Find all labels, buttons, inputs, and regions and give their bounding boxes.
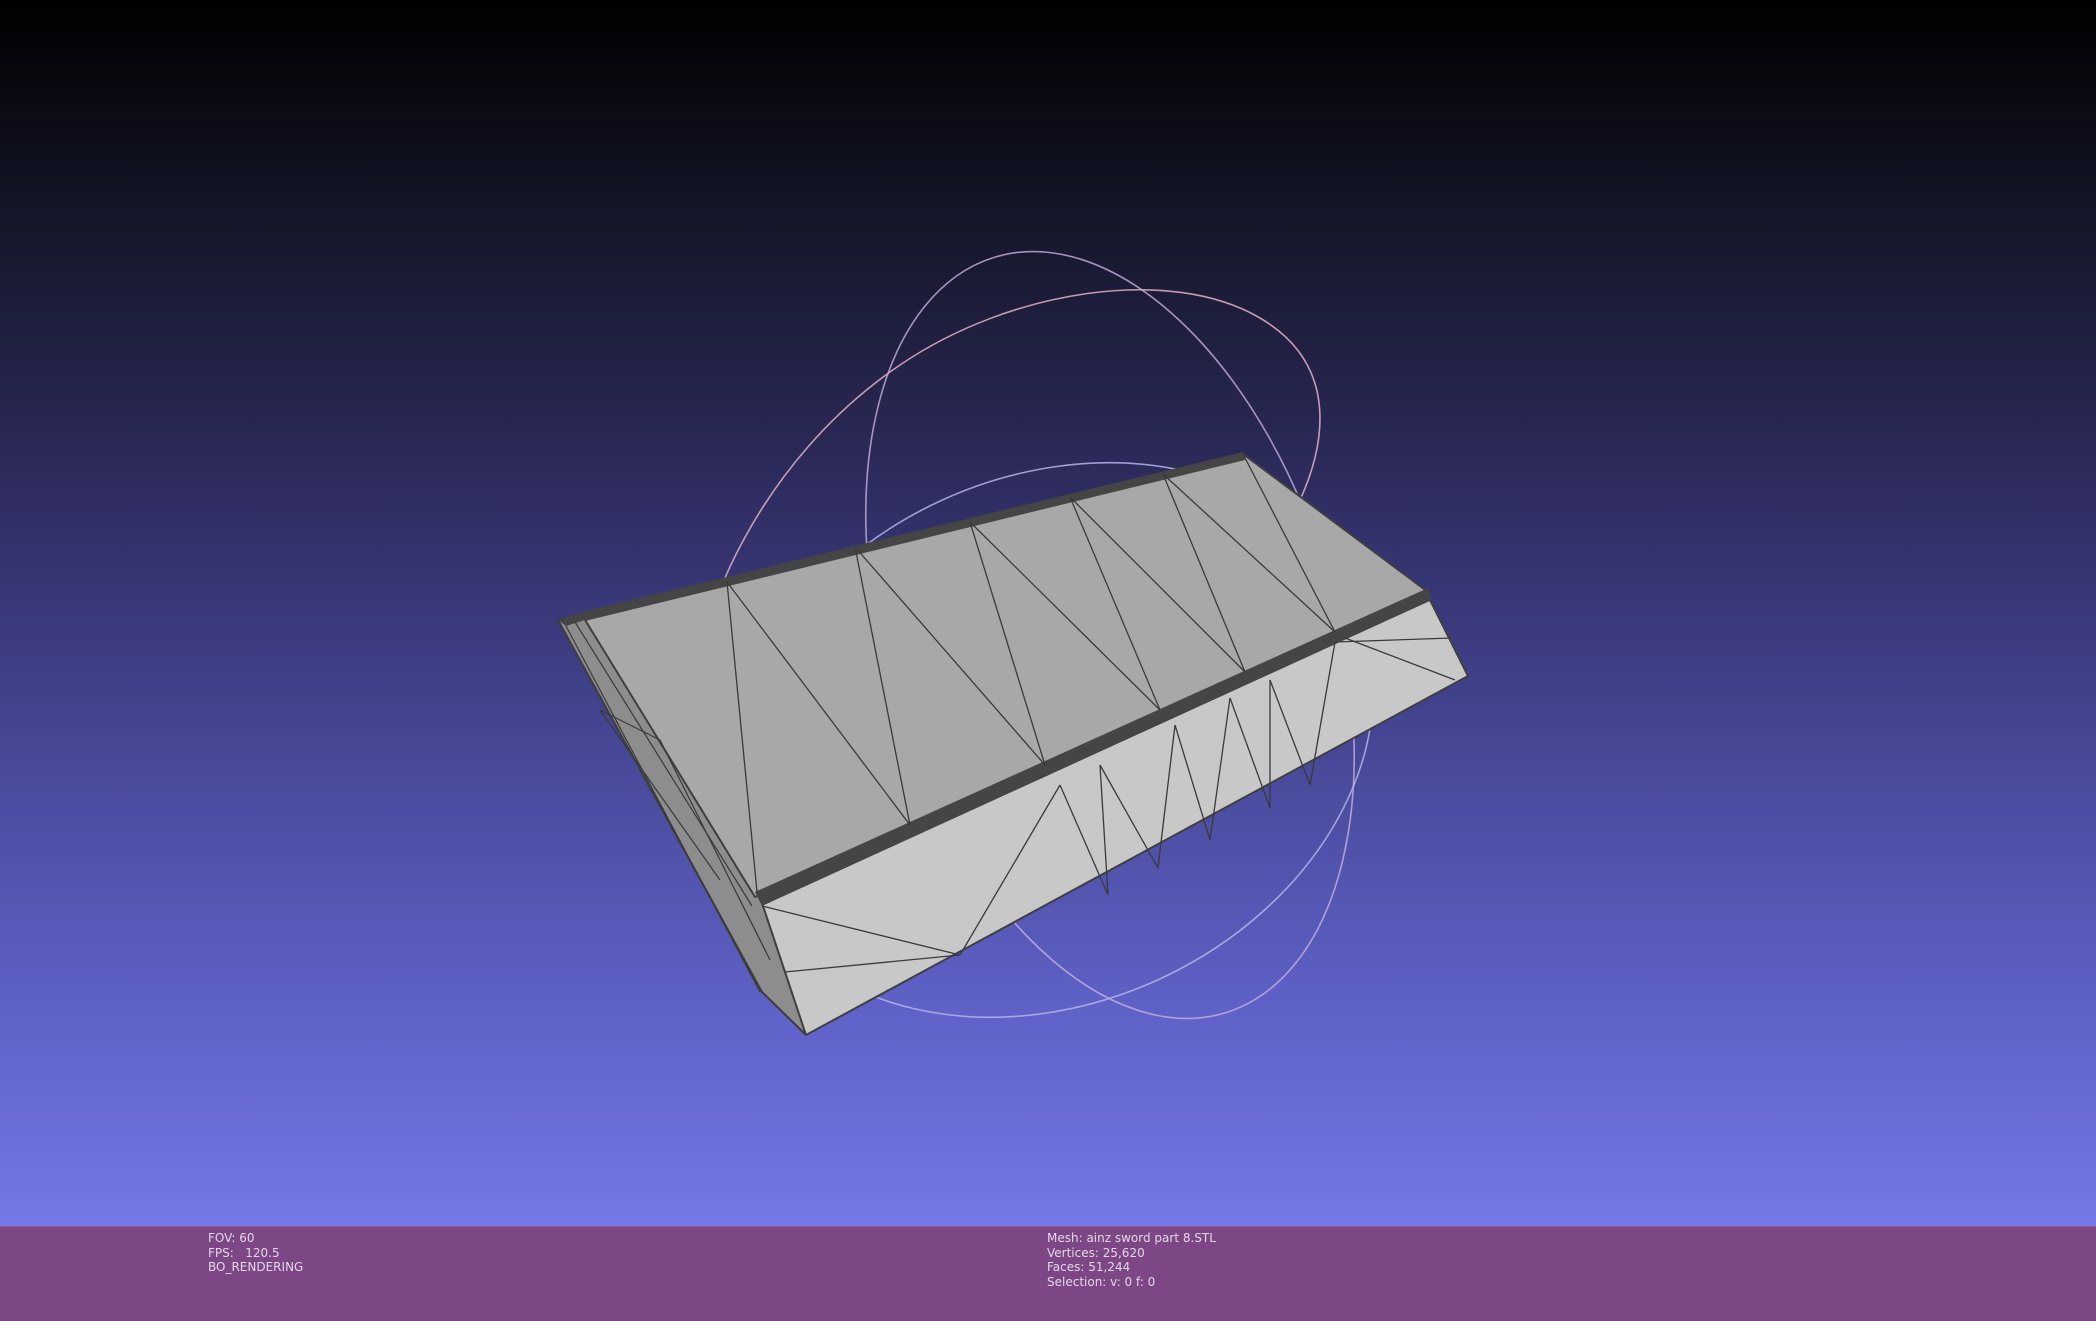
render-info: FOV: 60 FPS: 120.5 BO_RENDERING xyxy=(208,1231,303,1275)
render-mode-label: BO_RENDERING xyxy=(208,1260,304,1275)
mesh-scene[interactable] xyxy=(0,0,2096,1226)
faces-label: Faces: 51,244 xyxy=(1047,1260,1131,1275)
3d-viewport[interactable] xyxy=(0,0,2096,1226)
mesh-model[interactable] xyxy=(557,452,1469,1036)
status-bar: FOV: 60 FPS: 120.5 BO_RENDERING Mesh: ai… xyxy=(0,1226,2096,1321)
mesh-info: Mesh: ainz sword part 8.STL Vertices: 25… xyxy=(1047,1231,1216,1290)
vertices-label: Vertices: 25,620 xyxy=(1047,1245,1145,1260)
fps-label: FPS: 120.5 xyxy=(208,1245,280,1260)
selection-label: Selection: v: 0 f: 0 xyxy=(1047,1275,1156,1290)
mesh-name-label: Mesh: ainz sword part 8.STL xyxy=(1047,1231,1216,1245)
fov-label: FOV: 60 xyxy=(208,1231,255,1245)
